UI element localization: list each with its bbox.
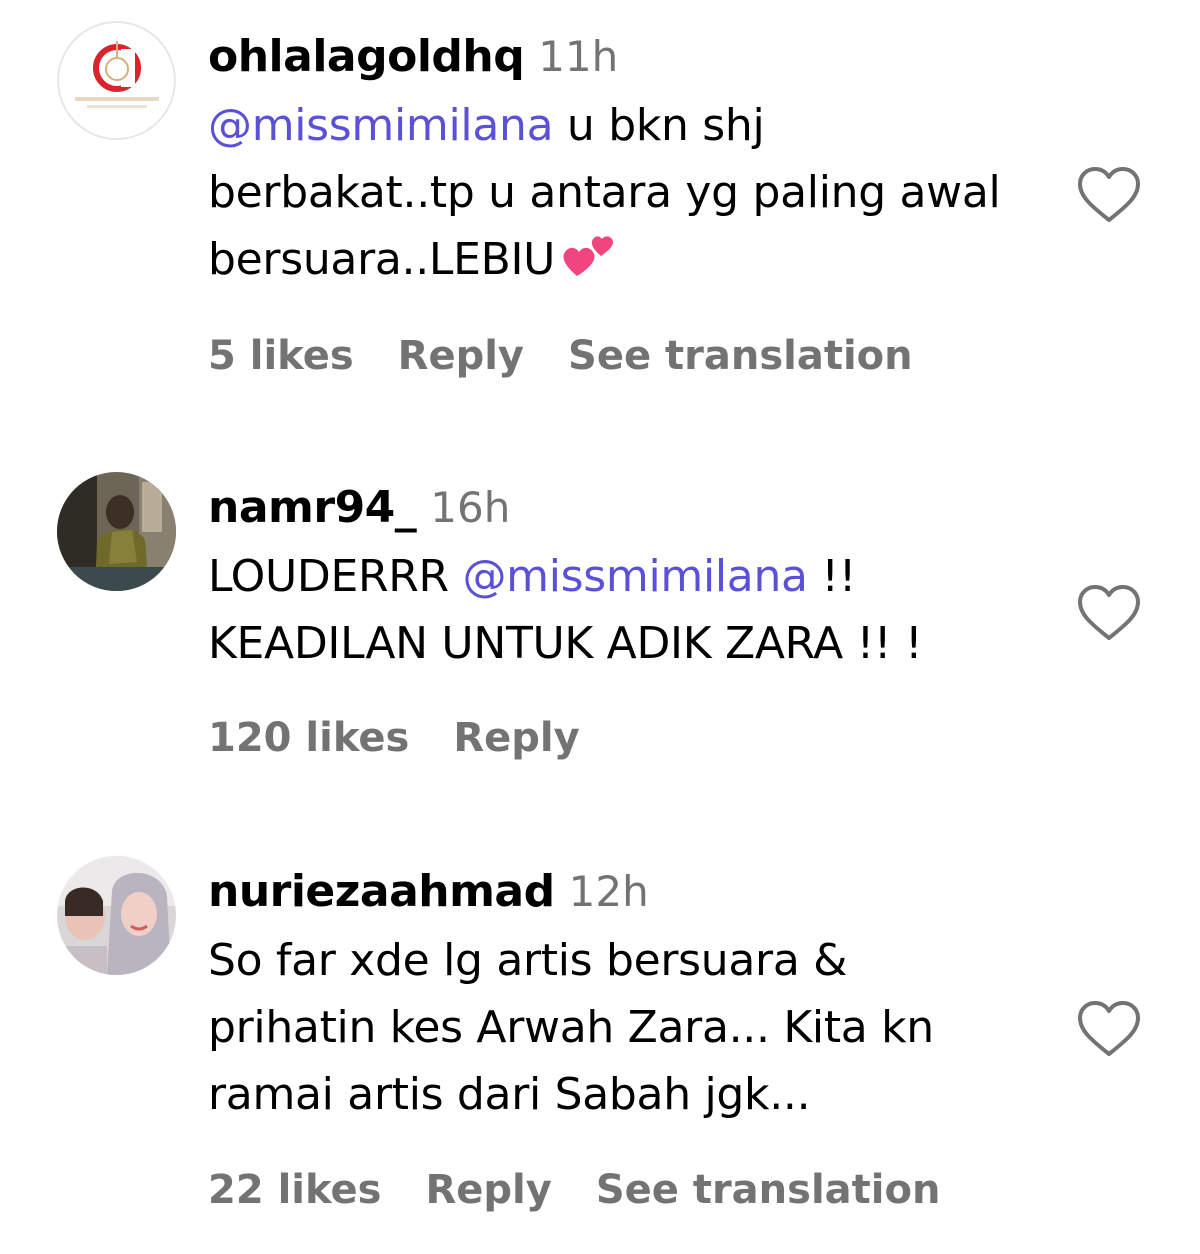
comment-actions: 22 likes Reply See translation <box>208 1160 984 1220</box>
comment-text-segment: LOUDERRR <box>208 551 463 602</box>
comment-text-line: berbakat..tp u antara yg paling awal <box>208 167 1001 218</box>
reply-button[interactable]: Reply <box>453 715 579 761</box>
see-translation-button[interactable]: See translation <box>568 333 913 379</box>
comment-text-segment: u bkn shj <box>553 100 765 151</box>
likes-count-button[interactable]: 5 likes <box>208 333 354 379</box>
comment-username[interactable]: namr94_ <box>208 482 417 533</box>
mention-link[interactable]: @missmimilana <box>208 100 554 151</box>
avatar[interactable] <box>57 21 176 140</box>
comment-text: @missmimilana u bkn shj berbakat..tp u a… <box>208 92 1058 293</box>
comment-timestamp[interactable]: 11h <box>538 32 618 81</box>
likes-count-button[interactable]: 22 likes <box>208 1167 381 1213</box>
comment-timestamp[interactable]: 12h <box>569 867 649 916</box>
see-translation-button[interactable]: See translation <box>596 1167 941 1213</box>
comment-text: So far xde lg artis bersuara & prihatin … <box>208 927 1058 1128</box>
avatar-photo-icon <box>57 856 176 975</box>
comment-username[interactable]: ohlalagoldhq <box>208 31 525 82</box>
comment-actions: 5 likes Reply See translation <box>208 326 957 386</box>
avatar[interactable] <box>57 472 176 591</box>
heart-outline-icon[interactable] <box>1076 999 1142 1059</box>
heart-outline-icon[interactable] <box>1076 583 1142 643</box>
likes-count-button[interactable]: 120 likes <box>208 715 409 761</box>
reply-button[interactable]: Reply <box>425 1167 551 1213</box>
mention-link[interactable]: @missmimilana <box>462 551 808 602</box>
heart-outline-icon[interactable] <box>1076 165 1142 225</box>
comment-username[interactable]: nuriezaahmad <box>208 866 555 917</box>
comment-timestamp[interactable]: 16h <box>430 483 510 532</box>
comment-text: LOUDERRR @missmimilana !! KEADILAN UNTUK… <box>208 543 1058 677</box>
comment-text-line: bersuara..LEBIU <box>208 234 556 285</box>
avatar-photo-icon <box>57 472 176 591</box>
comment-text-line: So far xde lg artis bersuara & <box>208 935 848 986</box>
two-hearts-emoji <box>563 236 614 276</box>
reply-button[interactable]: Reply <box>398 333 524 379</box>
comment-text-line: prihatin kes Arwah Zara... Kita kn <box>208 1002 934 1053</box>
comment-actions: 120 likes Reply <box>208 708 624 768</box>
comment-text-line: ramai artis dari Sabah jgk... <box>208 1069 811 1120</box>
comment-text-segment: !! <box>807 551 857 602</box>
avatar-logo-icon <box>57 21 176 140</box>
avatar[interactable] <box>57 856 176 975</box>
comment-text-line: KEADILAN UNTUK ADIK ZARA !! ! <box>208 618 923 669</box>
